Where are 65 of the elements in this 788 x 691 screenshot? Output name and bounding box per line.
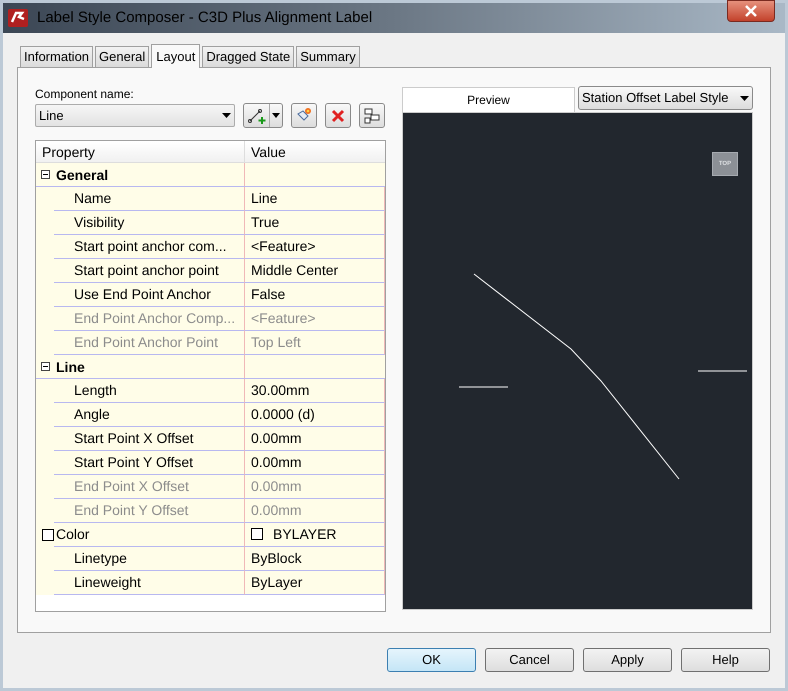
stacked-boxes-icon [363, 106, 381, 125]
dialog-button[interactable]: Cancel [485, 648, 574, 672]
tab[interactable]: Dragged State [202, 46, 294, 67]
line-add-icon [248, 108, 266, 124]
property-name: Angle [74, 404, 110, 424]
property-name: Length [74, 380, 117, 400]
tab[interactable]: Information [20, 46, 94, 67]
delete-icon [331, 108, 345, 123]
tick-line [698, 370, 748, 372]
tab[interactable]: General [95, 46, 150, 67]
property-name: Start Point X Offset [74, 428, 194, 448]
property-name: Start point anchor point [74, 260, 219, 280]
property-value[interactable]: ByBlock [251, 548, 302, 569]
property-name: Start Point Y Offset [74, 452, 194, 472]
close-button[interactable] [727, 0, 775, 22]
checkbox[interactable] [42, 528, 54, 541]
style-dropdown[interactable]: Station Offset Label Style [578, 86, 753, 110]
property-value[interactable]: Line [251, 188, 278, 209]
property-name: End Point X Offset [74, 476, 189, 496]
property-name: Visibility [74, 212, 124, 232]
property-value[interactable]: 0.00mm [251, 452, 302, 473]
property-name: Color [56, 524, 90, 544]
column-header[interactable]: Property [36, 140, 245, 162]
property-name: Name [74, 188, 112, 208]
property-value[interactable]: ByLayer [251, 572, 302, 593]
property-value[interactable]: False [251, 284, 286, 305]
component-label: Component name: [35, 86, 135, 102]
property-name: Linetype [74, 548, 127, 568]
app-icon [7, 8, 29, 28]
dialog-button[interactable]: Apply [583, 648, 672, 672]
property-value[interactable]: Middle Center [251, 260, 338, 281]
add-component-button[interactable] [243, 103, 283, 128]
property-name: Lineweight [74, 572, 141, 592]
dialog-button[interactable]: Help [681, 648, 770, 672]
draw-order-button[interactable] [359, 103, 385, 128]
tab[interactable]: Summary [296, 46, 360, 67]
tab[interactable]: Layout [151, 44, 200, 68]
property-name: Use End Point Anchor [74, 284, 211, 304]
property-value[interactable]: BYLAYER [273, 524, 337, 545]
window-title: Label Style Composer - C3D Plus Alignment Label [37, 8, 372, 28]
caret-icon [740, 96, 749, 100]
delete-button[interactable] [325, 103, 351, 128]
property-name: Start point anchor com... [74, 236, 227, 256]
property-value[interactable]: 0.00mm [251, 428, 302, 449]
collapse-icon[interactable] [40, 170, 50, 179]
preview-label: Preview [402, 87, 575, 112]
property-value[interactable]: 30.00mm [251, 380, 310, 401]
copy-component-button[interactable] [291, 103, 317, 128]
tick-line [458, 386, 508, 388]
dialog-button[interactable]: OK [387, 648, 476, 672]
property-name: End Point Anchor Comp... [74, 308, 236, 328]
color-swatch [251, 528, 263, 540]
property-value[interactable]: 0.0000 (d) [251, 404, 315, 425]
property-name: End Point Anchor Point [74, 332, 218, 352]
dropdown-value: Line [39, 107, 65, 126]
caret-icon [222, 113, 231, 118]
dropdown-value: Station Offset Label Style [582, 89, 730, 108]
property-value[interactable]: True [251, 212, 280, 233]
column-header[interactable]: Value [245, 140, 385, 162]
property-value[interactable]: <Feature> [251, 236, 316, 257]
collapse-icon[interactable] [40, 362, 50, 371]
property-name: End Point Y Offset [74, 500, 188, 520]
caret-icon [272, 113, 280, 118]
component-dropdown[interactable]: Line [35, 104, 235, 128]
close-icon [745, 5, 757, 17]
